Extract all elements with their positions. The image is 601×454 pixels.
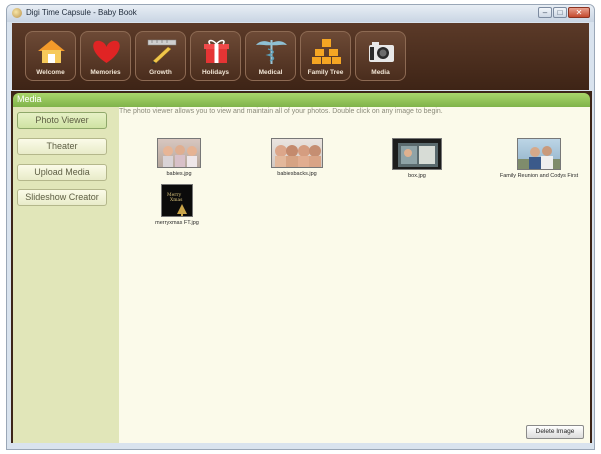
photo-image[interactable]	[392, 138, 442, 170]
app-icon	[12, 8, 22, 18]
photo-thumbnail-babies[interactable]: babies.jpg	[149, 138, 209, 177]
nav-label: Welcome	[36, 69, 65, 76]
photo-caption: merryxmas FT.jpg	[155, 220, 199, 226]
minimize-button[interactable]: –	[538, 7, 552, 18]
photo-image[interactable]	[271, 138, 323, 168]
window-controls: – □ ✕	[538, 7, 590, 18]
tab-upload-media[interactable]: Upload Media	[17, 164, 107, 181]
title-bar[interactable]: Digi Time Capsule - Baby Book – □ ✕	[7, 5, 594, 22]
svg-text:Xmas: Xmas	[170, 197, 183, 203]
photo-image[interactable]: Merry Xmas	[161, 184, 193, 217]
photo-thumbnail-family-reunion[interactable]: Family Reunion and Codys First	[491, 138, 587, 179]
content-area: Media Photo Viewer Theater Upload Media …	[11, 91, 592, 443]
nav-media-button[interactable]: Media	[355, 31, 406, 81]
photo-viewer-panel: The photo viewer allows you to view and …	[119, 107, 590, 443]
heart-icon	[93, 40, 120, 63]
tab-slideshow-creator[interactable]: Slideshow Creator	[17, 189, 107, 206]
photo-image[interactable]	[517, 138, 561, 170]
photo-thumbnail-babiesbacks[interactable]: babiesbacks.jpg	[261, 138, 333, 177]
caduceus-icon	[256, 40, 287, 64]
tab-photo-viewer[interactable]: Photo Viewer	[17, 112, 107, 129]
nav-label: Growth	[149, 69, 172, 76]
photo-caption: Family Reunion and Codys First	[499, 173, 579, 179]
ruler-pencil-icon	[147, 39, 177, 64]
viewer-instructions: The photo viewer allows you to view and …	[119, 108, 443, 115]
nav-label: Media	[371, 69, 390, 76]
nav-growth-button[interactable]: Growth	[135, 31, 186, 81]
nav-memories-button[interactable]: Memories	[80, 31, 131, 81]
nav-family-tree-button[interactable]: Family Tree	[300, 31, 351, 81]
photo-thumbnail-merryxmas[interactable]: Merry Xmas merryxmas FT.jpg	[145, 184, 209, 226]
family-tree-icon	[312, 39, 341, 64]
nav-label: Family Tree	[307, 69, 344, 76]
app-window: Digi Time Capsule - Baby Book – □ ✕ Welc…	[6, 4, 595, 450]
gift-icon	[204, 39, 229, 63]
photo-thumbnail-box[interactable]: box.jpg	[387, 138, 447, 179]
nav-label: Memories	[90, 69, 121, 76]
window-title: Digi Time Capsule - Baby Book	[26, 8, 137, 17]
maximize-button[interactable]: □	[553, 7, 567, 18]
photo-caption: babiesbacks.jpg	[277, 171, 317, 177]
section-header: Media	[13, 93, 590, 107]
section-title: Media	[17, 94, 42, 104]
close-button[interactable]: ✕	[568, 7, 590, 18]
photo-caption: box.jpg	[408, 173, 426, 179]
nav-label: Holidays	[201, 69, 230, 76]
nav-holidays-button[interactable]: Holidays	[190, 31, 241, 81]
delete-image-button[interactable]: Delete Image	[526, 425, 584, 439]
media-sidebar: Photo Viewer Theater Upload Media Slides…	[13, 107, 119, 443]
nav-welcome-button[interactable]: Welcome	[25, 31, 76, 81]
tab-theater[interactable]: Theater	[17, 138, 107, 155]
main-toolbar: Welcome Memories Growth Holidays Medical…	[12, 23, 589, 90]
photo-caption: babies.jpg	[166, 171, 192, 177]
nav-medical-button[interactable]: Medical	[245, 31, 296, 81]
camera-icon	[369, 42, 394, 62]
house-icon	[38, 40, 65, 63]
photo-image[interactable]	[157, 138, 201, 168]
nav-label: Medical	[258, 69, 283, 76]
